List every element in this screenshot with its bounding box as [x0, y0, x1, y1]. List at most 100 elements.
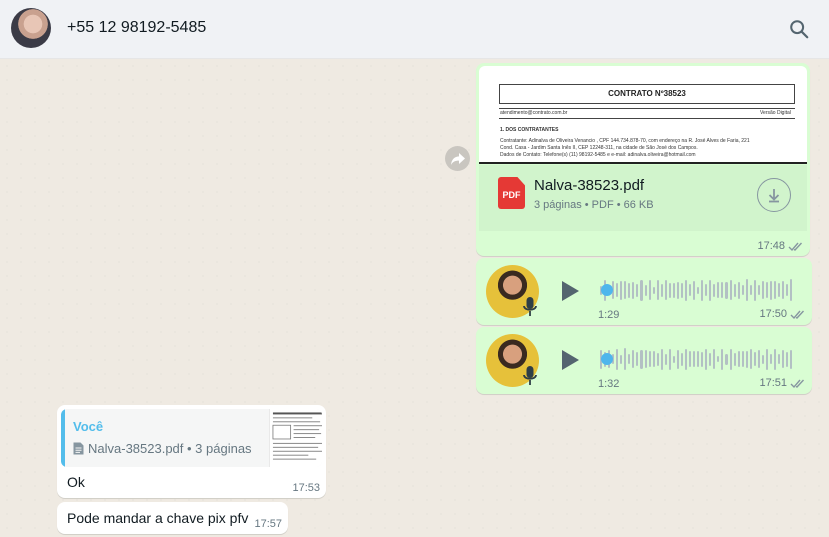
playback-handle[interactable] — [601, 284, 613, 296]
waveform-bar — [624, 281, 627, 299]
waveform-bar — [778, 354, 781, 364]
document-info[interactable]: PDF Nalva-38523.pdf 3 páginas • PDF • 66… — [479, 165, 807, 231]
waveform-bar — [721, 348, 724, 370]
microphone-icon — [523, 366, 537, 385]
waveform-bar — [761, 354, 764, 364]
forward-icon — [450, 152, 465, 165]
waveform-bar — [721, 282, 724, 298]
waveform-bar — [632, 281, 635, 299]
waveform-bar — [660, 348, 663, 370]
playback-handle[interactable] — [601, 353, 613, 365]
message-time: 17:51 — [759, 377, 787, 389]
waveform-bar — [668, 348, 671, 370]
waveform-bar — [656, 352, 659, 366]
waveform-bar — [680, 282, 683, 298]
incoming-message[interactable]: Pode mandar a chave pix pfv 17:57 — [57, 502, 288, 534]
waveform-bar — [717, 282, 720, 298]
waveform-bar — [745, 279, 748, 301]
quoted-message[interactable]: Você Nalva-38523.pdf • 3 páginas — [61, 409, 322, 467]
contact-avatar[interactable] — [11, 8, 51, 48]
waveform-bar — [757, 285, 760, 295]
waveform-bar — [664, 353, 667, 365]
chat-area: CONTRATO Nº38523 atendimento@contrato.co… — [0, 59, 829, 537]
quote-file: Nalva-38523.pdf • 3 páginas — [73, 441, 252, 456]
document-message[interactable]: CONTRATO Nº38523 atendimento@contrato.co… — [476, 63, 810, 256]
waveform-bar — [660, 283, 663, 297]
audio-message[interactable]: 1:29 17:50 — [476, 258, 812, 325]
play-icon[interactable] — [559, 348, 581, 372]
waveform-bar — [709, 352, 712, 366]
audio-duration: 1:29 — [598, 309, 620, 321]
search-icon[interactable] — [788, 18, 810, 40]
waveform-bar — [790, 279, 793, 301]
waveform-bar — [709, 279, 712, 301]
waveform-bar — [648, 280, 651, 300]
waveform-bar — [656, 280, 659, 300]
download-icon — [768, 189, 780, 203]
waveform-bar — [624, 348, 627, 370]
audio-waveform[interactable] — [600, 347, 793, 371]
forward-button[interactable] — [445, 146, 470, 171]
waveform-bar — [628, 282, 631, 298]
audio-waveform[interactable] — [600, 278, 793, 302]
quote-sender: Você — [73, 419, 104, 434]
message-text: Ok — [67, 474, 85, 490]
download-button[interactable] — [757, 178, 791, 212]
waveform-bar — [753, 352, 756, 366]
waveform-bar — [701, 351, 704, 367]
waveform-bar — [693, 351, 696, 367]
waveform-bar — [713, 283, 716, 297]
waveform-bar — [668, 282, 671, 298]
waveform-bar — [676, 349, 679, 369]
waveform-bar — [636, 352, 639, 366]
message-text: Pode mandar a chave pix pfv — [67, 510, 249, 526]
waveform-bar — [640, 279, 643, 301]
waveform-bar — [676, 281, 679, 299]
waveform-bar — [761, 281, 764, 299]
file-meta: 3 páginas • PDF • 66 KB — [534, 199, 654, 211]
waveform-bar — [664, 280, 667, 300]
waveform-bar — [672, 282, 675, 298]
waveform-bar — [636, 283, 639, 297]
waveform-bar — [741, 285, 744, 295]
waveform-bar — [786, 284, 789, 296]
microphone-icon — [523, 297, 537, 316]
waveform-bar — [733, 352, 736, 366]
incoming-reply-message[interactable]: Você Nalva-38523.pdf • 3 páginas Ok 17:5… — [57, 405, 326, 498]
waveform-bar — [765, 348, 768, 370]
waveform-bar — [672, 355, 675, 363]
document-preview[interactable]: CONTRATO Nº38523 atendimento@contrato.co… — [479, 66, 807, 164]
waveform-bar — [790, 349, 793, 369]
double-check-icon — [790, 310, 805, 319]
waveform-bar — [640, 349, 643, 369]
play-icon[interactable] — [559, 279, 581, 303]
waveform-bar — [616, 348, 619, 370]
waveform-bar — [717, 356, 720, 362]
waveform-bar — [737, 351, 740, 367]
preview-line-3: Dados de Contato: Telefone(s) (11) 98192… — [500, 152, 696, 158]
contact-name[interactable]: +55 12 98192-5485 — [67, 19, 206, 37]
waveform-bar — [693, 280, 696, 300]
quote-thumbnail — [269, 409, 322, 467]
audio-message[interactable]: 1:32 17:51 — [476, 327, 812, 394]
preview-line-1: Contratante: Adinalva de Oliveira Venanc… — [500, 138, 750, 144]
waveform-bar — [648, 351, 651, 367]
message-meta: 17:50 — [759, 308, 806, 320]
waveform-bar — [733, 283, 736, 297]
waveform-bar — [749, 349, 752, 369]
waveform-bar — [737, 281, 740, 299]
waveform-bar — [729, 280, 732, 300]
waveform-bar — [684, 279, 688, 301]
waveform-bar — [725, 353, 728, 365]
waveform-bar — [749, 285, 752, 295]
waveform-bar — [757, 350, 760, 368]
waveform-bar — [774, 281, 777, 299]
preview-section: 1. DOS CONTRATANTES — [500, 127, 559, 133]
waveform-bar — [620, 280, 623, 300]
waveform-bar — [778, 283, 781, 297]
waveform-bar — [701, 279, 704, 301]
waveform-bar — [684, 348, 688, 370]
waveform-bar — [689, 351, 692, 367]
waveform-bar — [705, 348, 708, 370]
waveform-bar — [680, 352, 683, 366]
